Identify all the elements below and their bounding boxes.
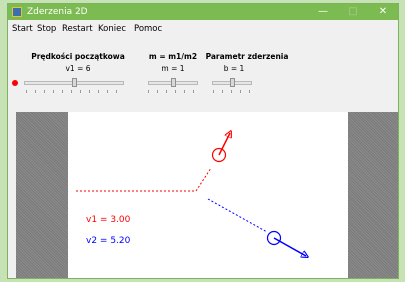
ball2-trajectory xyxy=(207,198,268,233)
menu-bar: Start Stop Restart Koniec Pomoc xyxy=(8,22,398,36)
menu-pomoc[interactable]: Pomoc xyxy=(134,22,162,36)
status-dot-icon xyxy=(12,80,18,86)
mass-value: m = 1 xyxy=(161,64,185,73)
param-title: Parametr zderzenia xyxy=(205,52,289,61)
mass-ticks xyxy=(148,90,198,93)
ball2-velocity-arrow xyxy=(273,237,306,256)
param-slider-thumb[interactable] xyxy=(229,78,235,87)
trajectory-diagram xyxy=(76,112,398,278)
v1-readout: v1 = 3.00 xyxy=(86,215,131,225)
mass-title: m = m1/m2 xyxy=(148,52,198,61)
maximize-button[interactable]: □ xyxy=(338,4,368,20)
velocity-value: v1 = 6 xyxy=(65,64,91,73)
param-value: b = 1 xyxy=(223,64,245,73)
menu-stop[interactable]: Stop xyxy=(37,22,56,36)
v2-readout: v2 = 5.20 xyxy=(86,236,131,246)
simulation-canvas: v1 = 3.00 v2 = 5.20 xyxy=(16,112,398,278)
ball1-trajectory xyxy=(76,167,212,192)
velocity-title: Prędkości początkowa xyxy=(31,52,125,61)
title-bar: Zderzenia 2D — □ ✕ xyxy=(8,4,398,20)
velocity-slider-thumb[interactable] xyxy=(71,78,77,87)
app-window: Zderzenia 2D — □ ✕ Start Stop Restart Ko… xyxy=(8,4,398,278)
mass-slider-thumb[interactable] xyxy=(170,78,176,87)
menu-koniec[interactable]: Koniec xyxy=(98,22,126,36)
close-button[interactable]: ✕ xyxy=(368,4,398,20)
menu-restart[interactable]: Restart xyxy=(62,22,93,36)
window-title: Zderzenia 2D xyxy=(27,7,88,17)
app-icon xyxy=(12,7,22,17)
param-ticks xyxy=(213,90,253,93)
minimize-button[interactable]: — xyxy=(308,4,338,20)
menu-start[interactable]: Start xyxy=(12,22,33,36)
velocity-ticks xyxy=(26,90,124,93)
